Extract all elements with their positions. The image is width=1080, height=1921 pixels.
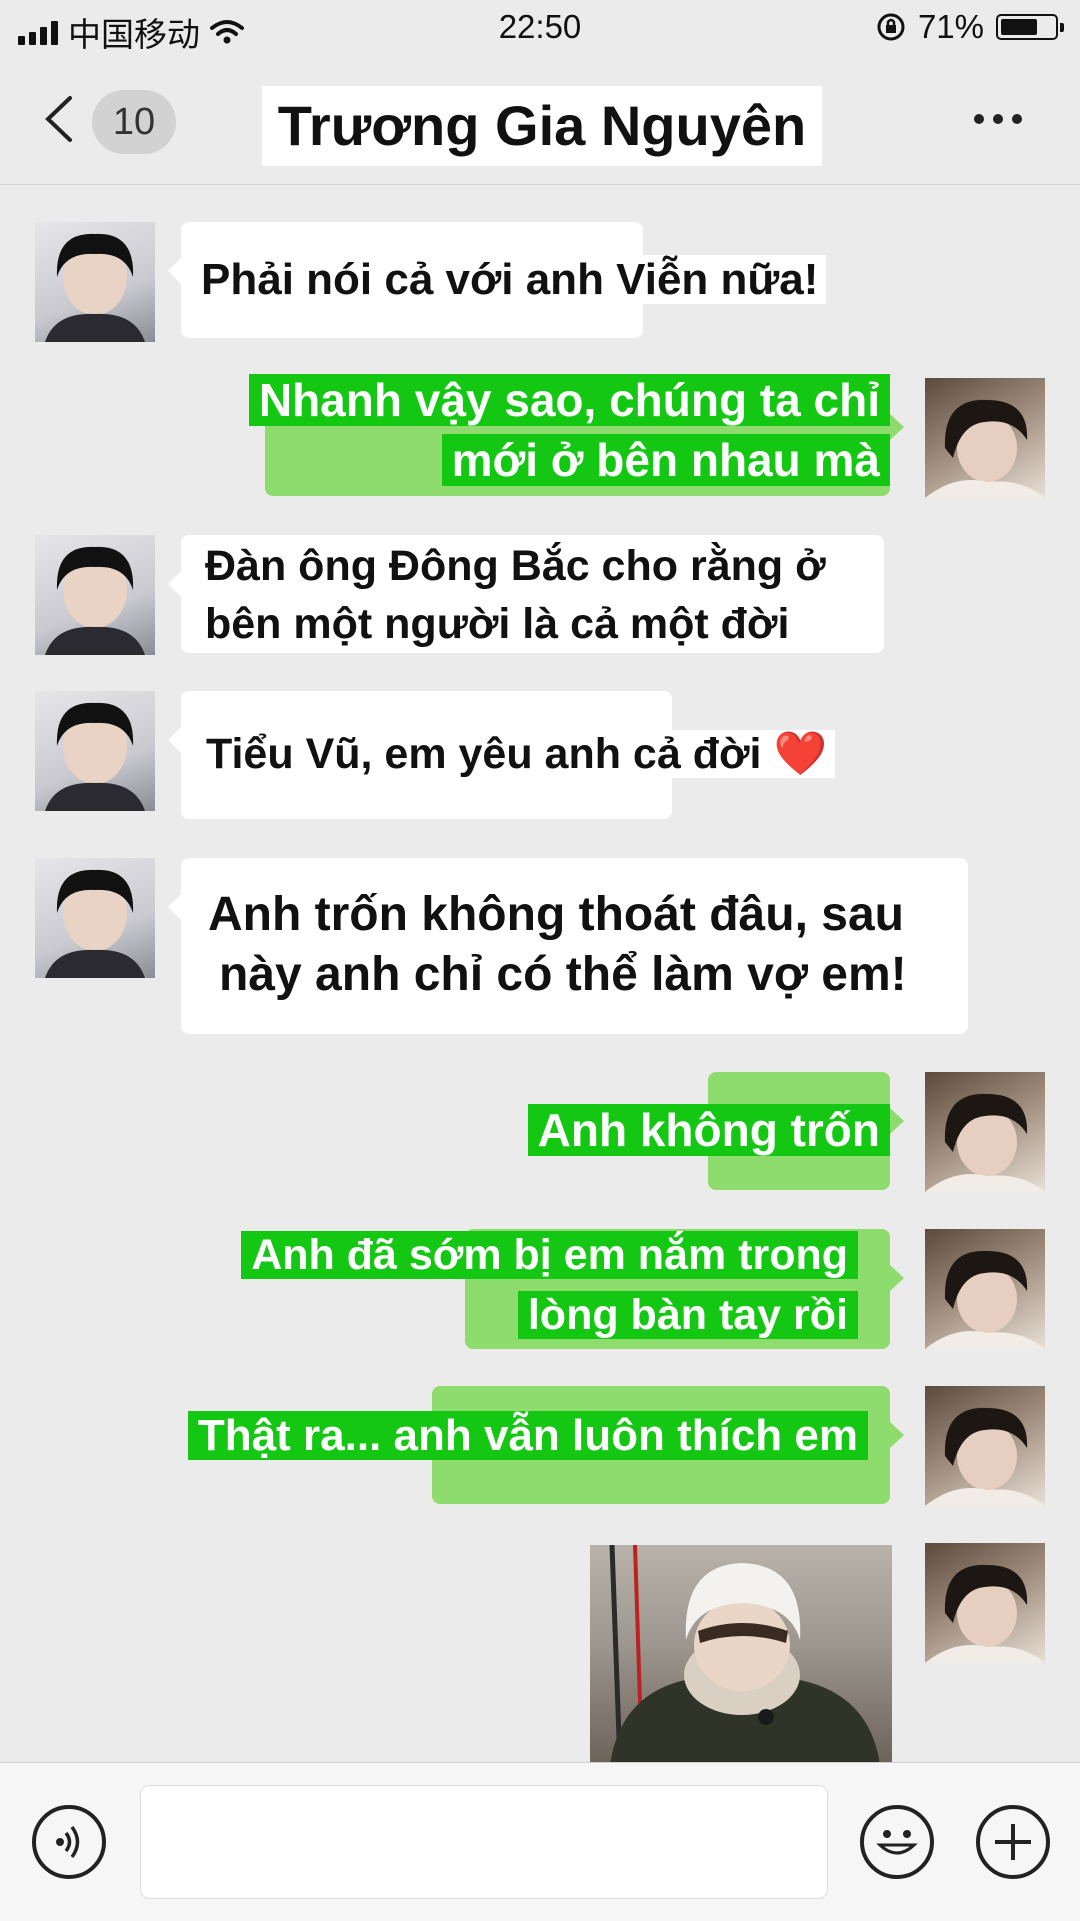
- message-text: mới ở bên nhau mà: [441, 434, 890, 486]
- my-avatar[interactable]: [925, 1229, 1045, 1349]
- message-bubble[interactable]: Nhanh vậy sao, chúng ta chỉ mới ở bên nh…: [248, 374, 904, 496]
- rotation-lock-icon: [877, 13, 905, 41]
- message-text: Tiểu Vũ, em yêu anh cả đời ❤️: [198, 730, 835, 778]
- unread-count-badge[interactable]: 10: [92, 90, 176, 154]
- my-avatar[interactable]: [925, 378, 1045, 498]
- input-bar: [0, 1762, 1080, 1921]
- chat-header: 10 Trương Gia Nguyên: [0, 58, 1080, 185]
- status-bar: 中国移动 22:50 71%: [0, 0, 1080, 58]
- message-text: bên một người là cả một đời: [197, 600, 798, 648]
- message-text: Anh đã sớm bị em nắm trong: [241, 1231, 858, 1279]
- message-text: Phải nói cả với anh Viễn nữa!: [193, 255, 827, 304]
- voice-icon[interactable]: [32, 1805, 106, 1879]
- plus-icon[interactable]: [976, 1805, 1050, 1879]
- message-bubble[interactable]: Tiểu Vũ, em yêu anh cả đời ❤️: [168, 691, 835, 819]
- message-text: Anh trốn không thoát đâu, sau: [208, 888, 904, 941]
- message-bubble[interactable]: Anh trốn không thoát đâu, sau này anh ch…: [168, 858, 968, 1034]
- message-text: Anh không trốn: [527, 1104, 890, 1156]
- message-text: này anh chỉ có thể làm vợ em!: [219, 948, 907, 1001]
- message-bubble[interactable]: Anh không trốn: [527, 1072, 904, 1190]
- friend-avatar[interactable]: [35, 691, 155, 811]
- message-bubble[interactable]: Đàn ông Đông Bắc cho rằng ở bên một ngườ…: [168, 535, 884, 653]
- friend-avatar[interactable]: [35, 535, 155, 655]
- photo-message[interactable]: [590, 1545, 892, 1765]
- friend-avatar[interactable]: [35, 222, 155, 342]
- message-bubble[interactable]: Anh đã sớm bị em nắm trong lòng bàn tay …: [241, 1229, 904, 1349]
- emoji-icon[interactable]: [860, 1805, 934, 1879]
- message-text: Đàn ông Đông Bắc cho rằng ở: [197, 542, 834, 590]
- message-input[interactable]: [140, 1785, 828, 1899]
- more-icon[interactable]: [974, 114, 1022, 124]
- my-avatar[interactable]: [925, 1543, 1045, 1663]
- message-text: lòng bàn tay rồi: [517, 1291, 858, 1339]
- battery-percent: 71%: [917, 8, 984, 45]
- message-bubble[interactable]: Thật ra... anh vẫn luôn thích em: [187, 1386, 904, 1504]
- message-bubble[interactable]: Phải nói cả với anh Viễn nữa!: [168, 222, 827, 338]
- friend-avatar[interactable]: [35, 858, 155, 978]
- message-text: Thật ra... anh vẫn luôn thích em: [187, 1411, 868, 1460]
- chevron-left-icon[interactable]: [40, 94, 80, 144]
- my-avatar[interactable]: [925, 1072, 1045, 1192]
- battery-icon: [996, 14, 1064, 40]
- message-text: Nhanh vậy sao, chúng ta chỉ: [248, 374, 890, 426]
- my-avatar[interactable]: [925, 1386, 1045, 1506]
- chat-title: Trương Gia Nguyên: [262, 86, 822, 166]
